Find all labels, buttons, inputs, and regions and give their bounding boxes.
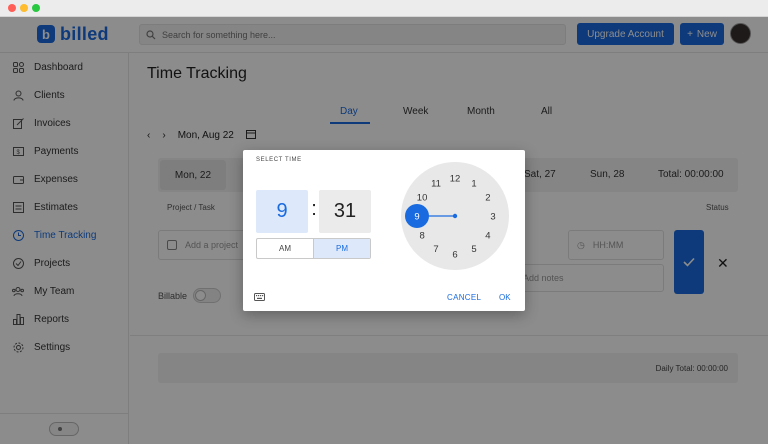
clock-number-2[interactable]: 2 bbox=[485, 192, 490, 203]
cancel-button[interactable]: CANCEL bbox=[447, 293, 481, 302]
minute-field[interactable]: 31 bbox=[319, 190, 371, 233]
clock-dial[interactable]: 12 1234567891011 bbox=[401, 162, 509, 270]
dialog-title: SELECT TIME bbox=[256, 157, 302, 163]
clock-number-9[interactable]: 9 bbox=[414, 211, 419, 222]
clock-number-7[interactable]: 7 bbox=[433, 244, 438, 255]
clock-number-6[interactable]: 6 bbox=[452, 249, 457, 260]
clock-number-10[interactable]: 10 bbox=[417, 192, 428, 203]
ok-button[interactable]: OK bbox=[499, 293, 511, 302]
am-button[interactable]: AM bbox=[257, 239, 313, 258]
clock-number-1[interactable]: 1 bbox=[471, 178, 476, 189]
time-picker-dialog: SELECT TIME 9 : 31 AM PM 12 1 2 3 4 5 6 7 8 9 10 11… bbox=[243, 150, 525, 311]
am-pm-toggle: AM PM bbox=[256, 238, 371, 259]
clock-number-5[interactable]: 5 bbox=[471, 244, 476, 255]
clock-number-3[interactable]: 3 bbox=[490, 211, 495, 222]
clock-number-12[interactable]: 12 bbox=[450, 173, 461, 184]
keyboard-icon[interactable] bbox=[254, 293, 265, 301]
clock-number-11[interactable]: 11 bbox=[431, 178, 441, 189]
window-titlebar bbox=[0, 0, 768, 17]
clock-number-8[interactable]: 8 bbox=[419, 230, 424, 241]
window-maximize-button[interactable] bbox=[32, 4, 40, 12]
window-close-button[interactable] bbox=[8, 4, 16, 12]
clock-center-dot bbox=[452, 213, 458, 219]
window-minimize-button[interactable] bbox=[20, 4, 28, 12]
hour-field[interactable]: 9 bbox=[256, 190, 308, 233]
pm-button[interactable]: PM bbox=[313, 239, 370, 258]
time-separator: : bbox=[311, 198, 317, 220]
clock-number-4[interactable]: 4 bbox=[485, 230, 490, 241]
